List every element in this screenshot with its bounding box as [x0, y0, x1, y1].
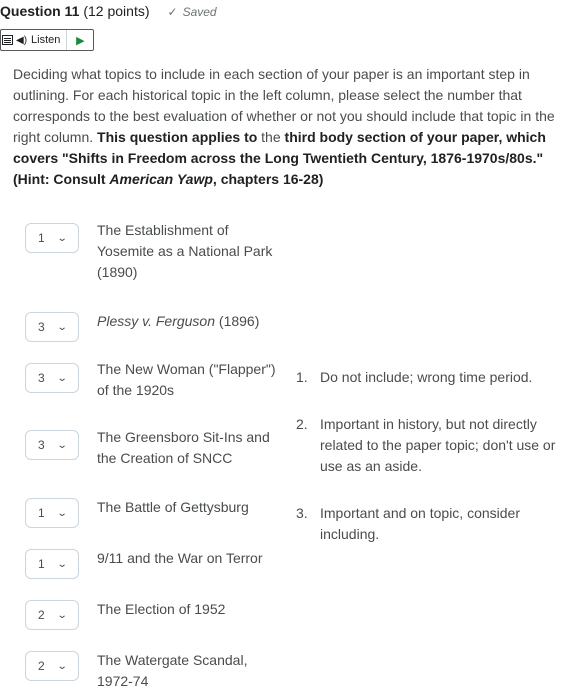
select-value: 3: [38, 320, 45, 334]
question-title: Question 11: [0, 3, 80, 19]
select-value: 1: [38, 506, 45, 520]
answer-select[interactable]: 1 ⌄: [25, 549, 79, 579]
select-value: 2: [38, 659, 45, 673]
topic-label: Plessy v. Ferguson (1896): [97, 313, 260, 329]
answer-select[interactable]: 3 ⌄: [25, 312, 79, 342]
listen-label: Listen: [31, 34, 61, 46]
choice-text: Important and on topic, consider includi…: [320, 505, 521, 542]
prompt-bold-1: This question applies to: [97, 129, 258, 145]
listen-button[interactable]: ◀) Listen: [1, 30, 68, 50]
choice-number: 1.: [296, 369, 308, 385]
topic-label: The Election of 1952: [97, 601, 226, 617]
choice-text: Do not include; wrong time period.: [320, 369, 533, 385]
choice-item: 1. Do not include; wrong time period.: [296, 367, 558, 388]
chevron-down-icon: ⌄: [56, 372, 68, 384]
choice-number: 2.: [296, 416, 308, 432]
play-icon: ▶: [76, 34, 85, 47]
answer-select[interactable]: 2 ⌄: [25, 651, 79, 681]
answer-select[interactable]: 1 ⌄: [25, 498, 79, 528]
menu-icon[interactable]: [2, 35, 13, 45]
select-value: 1: [38, 231, 45, 245]
topic-label: The New Woman ("Flapper") of the 1920s: [97, 361, 276, 398]
choice-item: 2. Important in history, but not directl…: [296, 414, 558, 477]
chevron-down-icon: ⌄: [56, 439, 68, 451]
saved-status: ✓ Saved: [168, 5, 217, 19]
answer-select[interactable]: 2 ⌄: [25, 600, 79, 630]
topic-italic: Plessy v. Ferguson: [97, 313, 216, 329]
prompt-italic-source: American Yawp: [109, 171, 213, 187]
choice-item: 3. Important and on topic, consider incl…: [296, 503, 558, 545]
topic-label: The Battle of Gettysburg: [97, 499, 249, 515]
question-prompt: Deciding what topics to include in each …: [13, 64, 558, 190]
chevron-down-icon: ⌄: [56, 321, 68, 333]
topic-label: The Watergate Scandal, 1972-74: [97, 652, 248, 689]
chevron-down-icon: ⌄: [56, 609, 68, 621]
select-value: 3: [38, 371, 45, 385]
chevron-down-icon: ⌄: [56, 232, 68, 244]
question-points: (12 points): [83, 3, 150, 19]
chevron-down-icon: ⌄: [56, 558, 68, 570]
topic-label: The Establishment of Yosemite as a Natio…: [97, 222, 273, 280]
select-value: 3: [38, 438, 45, 452]
check-icon: ✓: [167, 5, 178, 19]
chevron-down-icon: ⌄: [56, 507, 68, 519]
prompt-text-2: the: [261, 129, 281, 145]
select-value: 2: [38, 608, 45, 622]
answer-select[interactable]: 3 ⌄: [25, 430, 79, 460]
select-value: 1: [38, 557, 45, 571]
question-header: Question 11 (12 points) ✓ Saved: [0, 3, 217, 23]
speaker-icon: ◀): [16, 34, 28, 46]
choice-text: Important in history, but not directly r…: [320, 416, 556, 474]
chevron-down-icon: ⌄: [56, 660, 68, 672]
topic-label: The Greensboro Sit-Ins and the Creation …: [97, 429, 270, 466]
saved-label: Saved: [182, 5, 217, 19]
listen-toolbar: ◀) Listen ▶: [0, 29, 95, 51]
answer-select[interactable]: 3 ⌄: [25, 363, 79, 393]
answer-select[interactable]: 1 ⌄: [25, 223, 79, 253]
choice-number: 3.: [296, 505, 308, 521]
play-button[interactable]: ▶: [67, 30, 93, 50]
topic-label: 9/11 and the War on Terror: [97, 550, 263, 566]
